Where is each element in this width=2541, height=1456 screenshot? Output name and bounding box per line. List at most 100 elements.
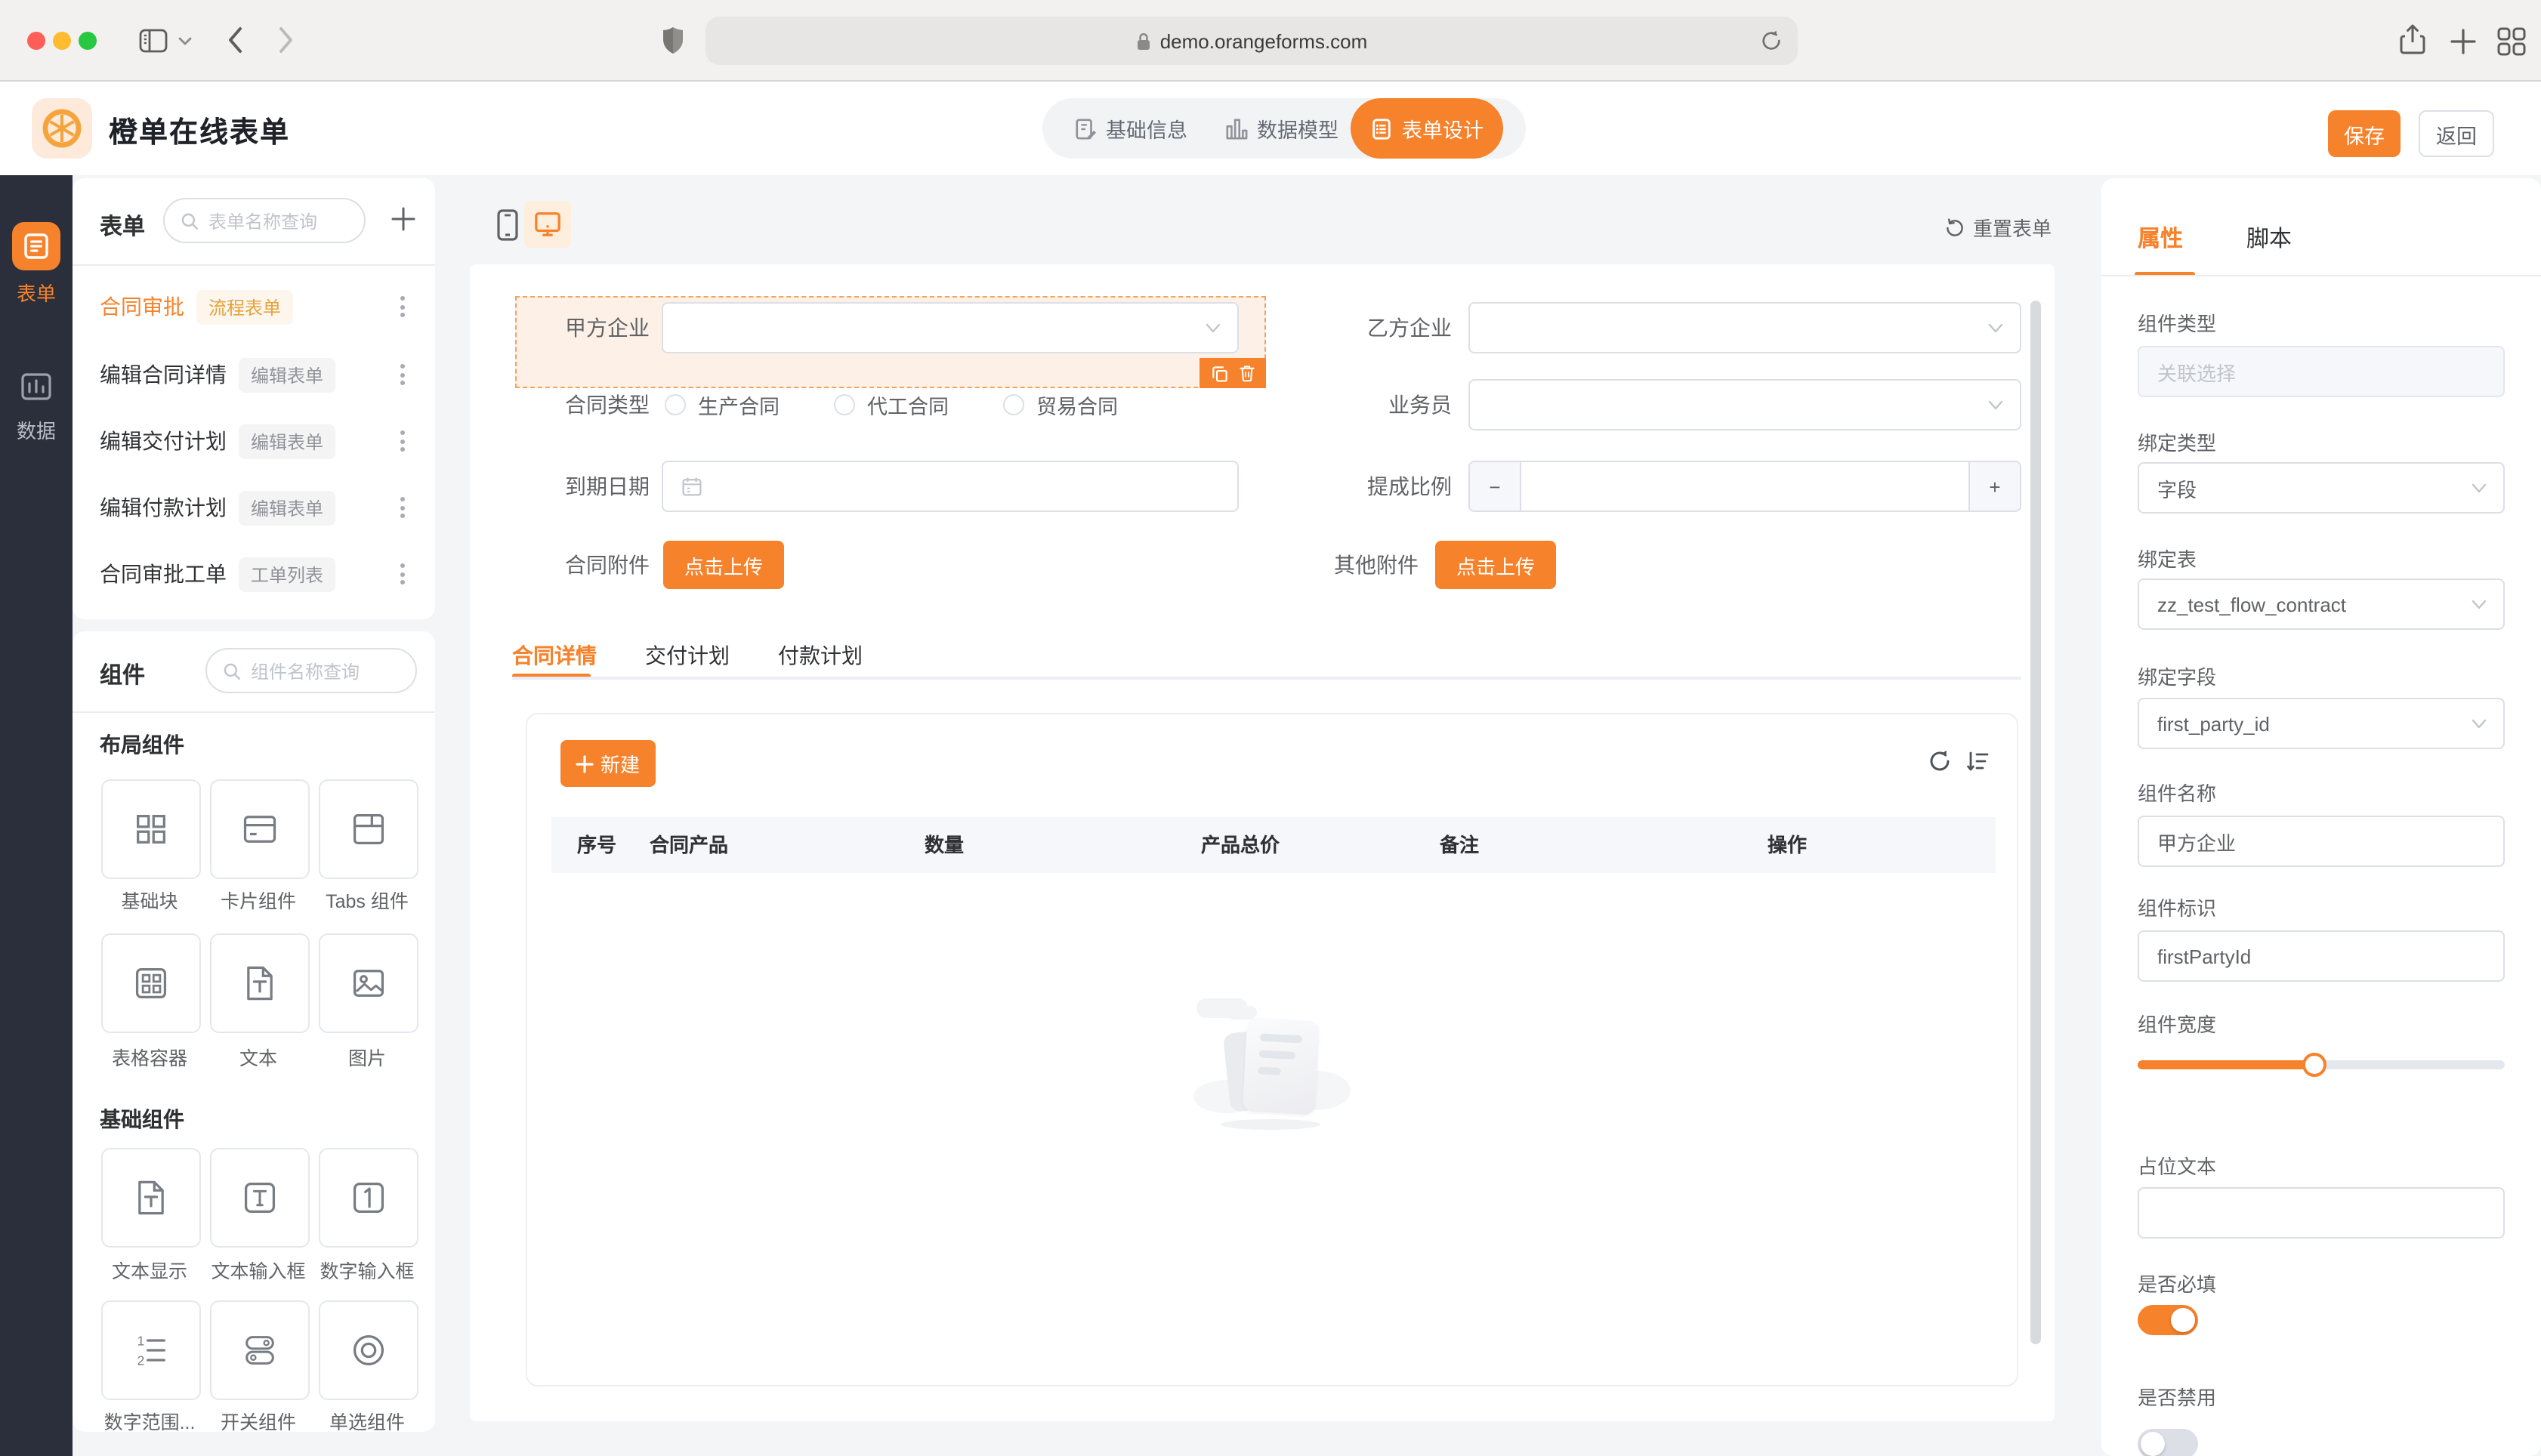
radio-circle-icon[interactable] — [834, 394, 855, 415]
component-card-number-input[interactable] — [319, 1148, 418, 1248]
bind-table-select[interactable]: zz_test_flow_contract — [2138, 578, 2505, 630]
header-nav: 基础信息 数据模型 表单设计 — [1042, 98, 1526, 159]
bind-type-select[interactable]: 字段 — [2138, 462, 2505, 514]
bind-field-select[interactable]: first_party_id — [2138, 698, 2505, 749]
tab-payment-plan[interactable]: 付款计划 — [778, 640, 863, 671]
tab-script[interactable]: 脚本 — [2246, 222, 2292, 254]
rail-item-forms[interactable] — [12, 222, 60, 270]
form-list-item[interactable]: 编辑合同详情 编辑表单 — [100, 352, 408, 397]
zoom-window-button[interactable] — [79, 32, 97, 50]
save-button[interactable]: 保存 — [2328, 110, 2401, 157]
more-actions-icon[interactable] — [397, 424, 408, 458]
component-card-text-input[interactable] — [210, 1148, 310, 1248]
component-card-table-container[interactable] — [101, 933, 201, 1033]
bind-type-label: 绑定类型 — [2138, 432, 2217, 455]
placeholder-text-input[interactable] — [2157, 1202, 2485, 1224]
form-list-item[interactable]: 编辑交付计划 编辑表单 — [100, 418, 408, 464]
component-card-label: 图片 — [347, 1048, 386, 1069]
form-item-name[interactable]: 合同审批工单 — [100, 559, 227, 589]
form-list-item[interactable]: 编辑付款计划 编辑表单 — [100, 485, 408, 530]
desktop-preview-button[interactable] — [524, 201, 571, 248]
privacy-shield-icon[interactable] — [662, 26, 684, 56]
rail-item-data[interactable] — [18, 369, 54, 405]
new-row-button[interactable]: 新建 — [560, 740, 656, 787]
tab-basic-info[interactable]: 基础信息 — [1074, 98, 1187, 159]
component-search-input[interactable]: 组件名称查询 — [205, 648, 417, 693]
component-name-field[interactable] — [2138, 816, 2505, 867]
radio-circle-icon[interactable] — [1003, 394, 1024, 415]
delete-icon[interactable] — [1238, 364, 1255, 382]
component-card-text[interactable] — [210, 933, 310, 1033]
slider-handle[interactable] — [2302, 1053, 2326, 1077]
component-width-slider[interactable] — [2138, 1053, 2505, 1077]
more-actions-icon[interactable] — [397, 557, 408, 591]
more-actions-icon[interactable] — [397, 290, 408, 323]
reload-icon[interactable] — [1760, 29, 1783, 53]
component-id-field[interactable] — [2138, 930, 2505, 982]
component-card-basic-block[interactable] — [101, 779, 201, 879]
stepper-decrease-button[interactable]: − — [1470, 462, 1521, 511]
component-card-label: 单选组件 — [329, 1412, 405, 1433]
first-party-select[interactable] — [662, 302, 1239, 353]
more-actions-icon[interactable] — [397, 358, 408, 391]
bar-chart-icon — [1226, 118, 1248, 139]
back-button-app[interactable]: 返回 — [2419, 110, 2494, 157]
close-window-button[interactable] — [27, 32, 45, 50]
add-form-button[interactable] — [390, 205, 417, 233]
rail-item-data-label[interactable]: 数据 — [0, 415, 73, 444]
component-card-number-range[interactable]: 12 — [101, 1300, 201, 1400]
address-bar[interactable]: demo.orangeforms.com — [705, 17, 1798, 65]
sidebar-toggle-icon[interactable] — [139, 29, 168, 53]
radio-circle-icon[interactable] — [665, 394, 686, 415]
tab-data-model[interactable]: 数据模型 — [1225, 98, 1338, 159]
form-item-name[interactable]: 编辑合同详情 — [100, 359, 227, 390]
tab-contract-detail[interactable]: 合同详情 — [512, 640, 597, 671]
share-icon[interactable] — [2399, 23, 2426, 57]
field-action-badge[interactable] — [1199, 358, 1266, 388]
radio-icon — [353, 1334, 384, 1366]
form-list-item[interactable]: 合同审批 流程表单 — [100, 284, 408, 329]
disabled-toggle[interactable] — [2138, 1429, 2198, 1456]
component-card-radio[interactable] — [319, 1300, 418, 1400]
reset-form-button[interactable]: 重置表单 — [1944, 213, 2052, 242]
back-button[interactable] — [227, 26, 243, 54]
component-name-input[interactable] — [2157, 830, 2485, 853]
component-card-card[interactable] — [210, 779, 310, 879]
component-card-text-display[interactable] — [101, 1148, 201, 1248]
sidebar-chevron-icon[interactable] — [178, 36, 192, 47]
form-item-name[interactable]: 编辑交付计划 — [100, 426, 227, 456]
form-item-name[interactable]: 编辑付款计划 — [100, 492, 227, 523]
stepper-increase-button[interactable]: + — [1968, 462, 2020, 511]
form-item-name[interactable]: 合同审批 — [100, 292, 184, 322]
other-upload-button[interactable]: 点击上传 — [1435, 541, 1556, 589]
tab-properties[interactable]: 属性 — [2138, 222, 2183, 254]
placeholder-text-field[interactable] — [2138, 1187, 2505, 1239]
minimize-window-button[interactable] — [53, 32, 71, 50]
sort-settings-icon[interactable] — [1965, 749, 1990, 773]
more-actions-icon[interactable] — [397, 491, 408, 524]
canvas-scrollbar[interactable] — [2030, 301, 2041, 1344]
form-search-input[interactable]: 表单名称查询 — [163, 198, 366, 243]
new-tab-icon[interactable] — [2450, 29, 2476, 54]
tab-overview-icon[interactable] — [2497, 27, 2526, 56]
second-party-select[interactable] — [1468, 302, 2021, 353]
undo-icon[interactable] — [1928, 749, 1952, 773]
due-date-input[interactable] — [662, 461, 1239, 512]
component-id-input[interactable] — [2157, 945, 2485, 967]
component-card-switch[interactable] — [210, 1300, 310, 1400]
radio-option[interactable]: 贸易合同 — [1003, 390, 1118, 420]
salesman-select[interactable] — [1468, 379, 2021, 430]
form-list-item[interactable]: 合同审批工单 工单列表 — [100, 551, 408, 597]
rail-item-forms-label[interactable]: 表单 — [0, 278, 73, 307]
component-card-tabs[interactable] — [319, 779, 418, 879]
contract-upload-button[interactable]: 点击上传 — [663, 541, 784, 589]
copy-icon[interactable] — [1211, 365, 1227, 381]
required-toggle[interactable] — [2138, 1305, 2198, 1335]
tab-form-design[interactable]: 表单设计 — [1351, 98, 1503, 159]
component-card-image[interactable] — [319, 933, 418, 1033]
mobile-preview-button[interactable] — [483, 201, 530, 248]
radio-option[interactable]: 生产合同 — [665, 390, 780, 420]
forward-button[interactable] — [278, 26, 295, 54]
tab-delivery-plan[interactable]: 交付计划 — [645, 640, 730, 671]
radio-option[interactable]: 代工合同 — [834, 390, 949, 420]
